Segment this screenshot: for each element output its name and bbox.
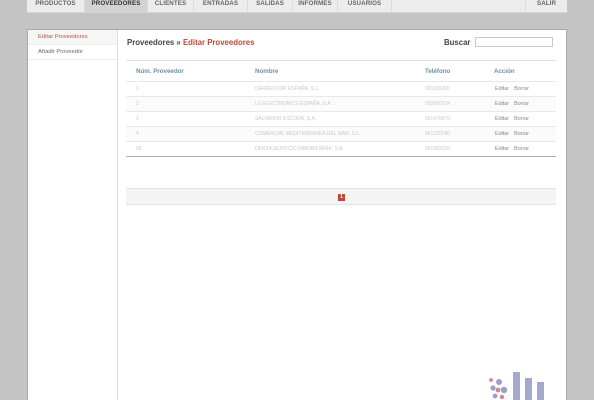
sidebar-item-editar-proveedores[interactable]: Editar Proveedores <box>28 30 117 45</box>
cell-phone: 961220780 <box>425 131 451 137</box>
cell-id: 55 <box>136 146 142 152</box>
logo-watermark-icon <box>489 372 544 400</box>
delete-link[interactable]: Borrar <box>514 101 529 107</box>
cell-actions: Editar Borrar <box>495 101 534 107</box>
header-id[interactable]: Núm. Proveedor <box>136 68 184 75</box>
cell-actions: Editar Borrar <box>495 116 534 122</box>
nav-salidas[interactable]: SALIDAS <box>248 0 293 13</box>
cell-actions: Editar Borrar <box>495 146 534 152</box>
content-panel: Editar Proveedores Añadir Proveedor Prov… <box>27 29 567 400</box>
edit-link[interactable]: Editar <box>495 116 509 122</box>
cell-id: 4 <box>136 131 139 137</box>
cell-name: LG ELECTRONICS ESPAÑA, S.A. <box>255 101 333 107</box>
page-button-current[interactable]: 1 <box>338 194 345 201</box>
logout-button[interactable]: SALIR <box>525 0 567 13</box>
table-row: 55 OFIDIA SERVICIO INMOBILIARIA, S.A. 96… <box>126 141 556 156</box>
cell-phone: 961476670 <box>425 116 451 122</box>
cell-id: 1 <box>136 86 139 92</box>
breadcrumb: Proveedores » Editar Proveedores <box>127 38 254 47</box>
suppliers-table: Núm. Proveedor Nombre Teléfono Acción 1 … <box>126 60 556 160</box>
delete-link[interactable]: Borrar <box>514 146 529 152</box>
main-content: Proveedores » Editar Proveedores Buscar … <box>118 30 566 400</box>
cell-name: OFIDIA SERVICIO INMOBILIARIA, S.A. <box>255 146 344 152</box>
nav-proveedores[interactable]: PROVEEDORES <box>85 0 148 13</box>
edit-link[interactable]: Editar <box>495 131 509 137</box>
nav-clientes[interactable]: CLIENTES <box>148 0 194 13</box>
edit-link[interactable]: Editar <box>495 86 509 92</box>
cell-actions: Editar Borrar <box>495 86 534 92</box>
cell-name: SALVADOR ESCODA, S.A. <box>255 116 317 122</box>
nav-usuarios[interactable]: USUARIOS <box>338 0 392 13</box>
table-row: 4 COMERCIAL MEDITERRANEA DEL MAR, S.L. 9… <box>126 126 556 141</box>
breadcrumb-separator: » <box>176 38 181 47</box>
delete-link[interactable]: Borrar <box>514 86 529 92</box>
nav-productos[interactable]: PRODUCTOS <box>27 0 85 13</box>
table-header: Núm. Proveedor Nombre Teléfono Acción <box>126 61 556 81</box>
breadcrumb-section[interactable]: Proveedores <box>127 38 174 47</box>
pagination-bar: 1 <box>126 188 556 205</box>
header-name[interactable]: Nombre <box>255 68 278 75</box>
cell-name: COMERCIAL MEDITERRANEA DEL MAR, S.L. <box>255 131 361 137</box>
search-input[interactable] <box>475 37 553 47</box>
nav-informes[interactable]: INFORMES <box>293 0 338 13</box>
cell-phone: 902500234 <box>425 101 451 107</box>
cell-phone: 961582210 <box>425 146 451 152</box>
cell-id: 3 <box>136 116 139 122</box>
edit-link[interactable]: Editar <box>495 146 509 152</box>
nav-entradas[interactable]: ENTRADAS <box>194 0 248 13</box>
table-bottom-rule <box>126 156 556 160</box>
header-action: Acción <box>494 68 515 75</box>
table-row: 3 SALVADOR ESCODA, S.A. 961476670 Editar… <box>126 111 556 126</box>
delete-link[interactable]: Borrar <box>514 131 529 137</box>
header-phone[interactable]: Teléfono <box>425 68 450 75</box>
table-row: 2 LG ELECTRONICS ESPAÑA, S.A. 902500234 … <box>126 96 556 111</box>
delete-link[interactable]: Borrar <box>514 116 529 122</box>
table-row: 1 CARREFOUR ESPAÑA, S.L. 901100200 Edita… <box>126 81 556 96</box>
search-label: Buscar <box>444 38 471 47</box>
sidebar-item-anadir-proveedor[interactable]: Añadir Proveedor <box>28 45 117 60</box>
cell-id: 2 <box>136 101 139 107</box>
cell-phone: 901100200 <box>425 86 450 92</box>
top-nav: PRODUCTOS PROVEEDORES CLIENTES ENTRADAS … <box>27 0 567 13</box>
cell-actions: Editar Borrar <box>495 131 534 137</box>
sidebar: Editar Proveedores Añadir Proveedor <box>28 30 118 400</box>
cell-name: CARREFOUR ESPAÑA, S.L. <box>255 86 320 92</box>
edit-link[interactable]: Editar <box>495 101 509 107</box>
breadcrumb-current: Editar Proveedores <box>182 38 255 47</box>
